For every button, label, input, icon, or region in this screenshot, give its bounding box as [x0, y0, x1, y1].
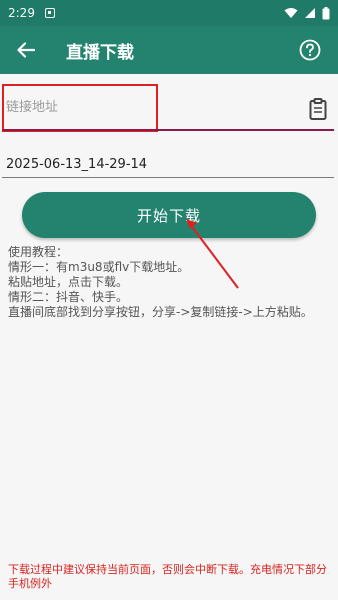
- tutorial-line: 使用教程：: [8, 245, 69, 259]
- tutorial-text: 使用教程： 情形一：有m3u8或flv下载地址。 粘贴地址，点击下载。 情形二：…: [8, 245, 332, 320]
- tutorial-line: 情形一：有m3u8或flv下载地址。: [8, 260, 190, 274]
- paste-button[interactable]: [306, 97, 330, 121]
- warning-text: 下载过程中建议保持当前页面，否则会中断下载。充电情况下部分手机例外: [8, 563, 327, 590]
- tutorial-line: 直播间底部找到分享按钮，分享->复制链接->上方粘贴。: [8, 305, 313, 319]
- url-input-annotation-box: [2, 84, 158, 132]
- back-button[interactable]: [6, 26, 46, 74]
- status-icons: [284, 6, 330, 20]
- battery-icon: [322, 6, 330, 19]
- help-button[interactable]: [292, 32, 328, 68]
- status-time: 2:29: [8, 6, 35, 20]
- start-download-label: 开始下载: [136, 206, 201, 225]
- wifi-icon: [284, 8, 298, 18]
- start-download-button[interactable]: 开始下载: [22, 192, 316, 238]
- filename-field[interactable]: 2025-06-13_14-29-14: [6, 152, 334, 178]
- clipboard-icon: [309, 98, 327, 120]
- page-title: 直播下载: [66, 42, 134, 63]
- app-bar: 直播下载: [0, 26, 338, 74]
- arrow-left-icon: [17, 42, 35, 58]
- status-bar: 2:29: [0, 0, 338, 26]
- notification-icon: [44, 8, 55, 18]
- url-input-underline: [2, 129, 334, 131]
- signal-icon: [305, 8, 315, 18]
- help-circle-icon: [299, 39, 321, 61]
- tutorial-line: 粘贴地址，点击下载。: [8, 275, 129, 289]
- filename-underline: [2, 177, 334, 178]
- tutorial-line: 情形二：抖音、快手。: [8, 290, 129, 304]
